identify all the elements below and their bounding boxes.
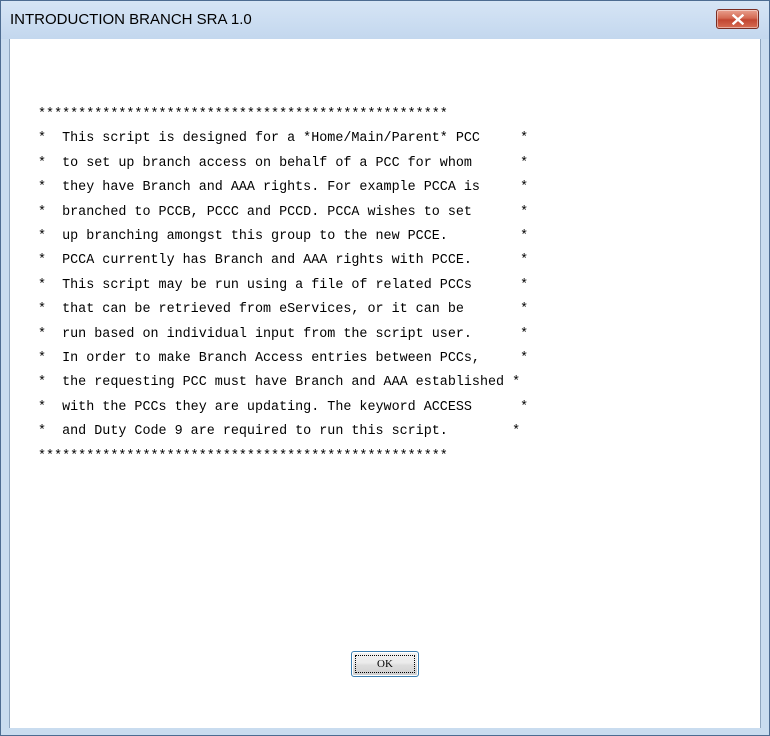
message-line: * In order to make Branch Access entries… (38, 351, 529, 367)
border-line-bottom: ****************************************… (38, 448, 448, 464)
message-line: * This script is designed for a *Home/Ma… (38, 131, 529, 147)
ok-button-label: OK (355, 655, 415, 673)
window-title: INTRODUCTION BRANCH SRA 1.0 (10, 11, 252, 28)
message-line: * PCCA currently has Branch and AAA righ… (38, 253, 529, 269)
message-line: * This script may be run using a file of… (38, 277, 529, 293)
message-line: * branched to PCCB, PCCC and PCCD. PCCA … (38, 204, 529, 220)
message-line: * they have Branch and AAA rights. For e… (38, 180, 529, 196)
border-line-top: ****************************************… (38, 107, 448, 122)
message-line: * that can be retrieved from eServices, … (38, 302, 529, 318)
ok-button[interactable]: OK (351, 651, 419, 677)
close-button[interactable] (716, 9, 759, 29)
message-line: * run based on individual input from the… (38, 326, 529, 342)
message-line: * up branching amongst this group to the… (38, 229, 529, 245)
message-line: * with the PCCs they are updating. The k… (38, 399, 529, 415)
close-icon (732, 14, 744, 25)
dialog-window: INTRODUCTION BRANCH SRA 1.0 ************… (0, 0, 770, 736)
title-bar[interactable]: INTRODUCTION BRANCH SRA 1.0 (1, 1, 769, 39)
message-line: * to set up branch access on behalf of a… (38, 155, 529, 171)
dialog-content: ****************************************… (9, 39, 761, 728)
intro-message: ****************************************… (38, 103, 528, 469)
message-line: * the requesting PCC must have Branch an… (38, 375, 521, 391)
message-line: * and Duty Code 9 are required to run th… (38, 424, 521, 440)
